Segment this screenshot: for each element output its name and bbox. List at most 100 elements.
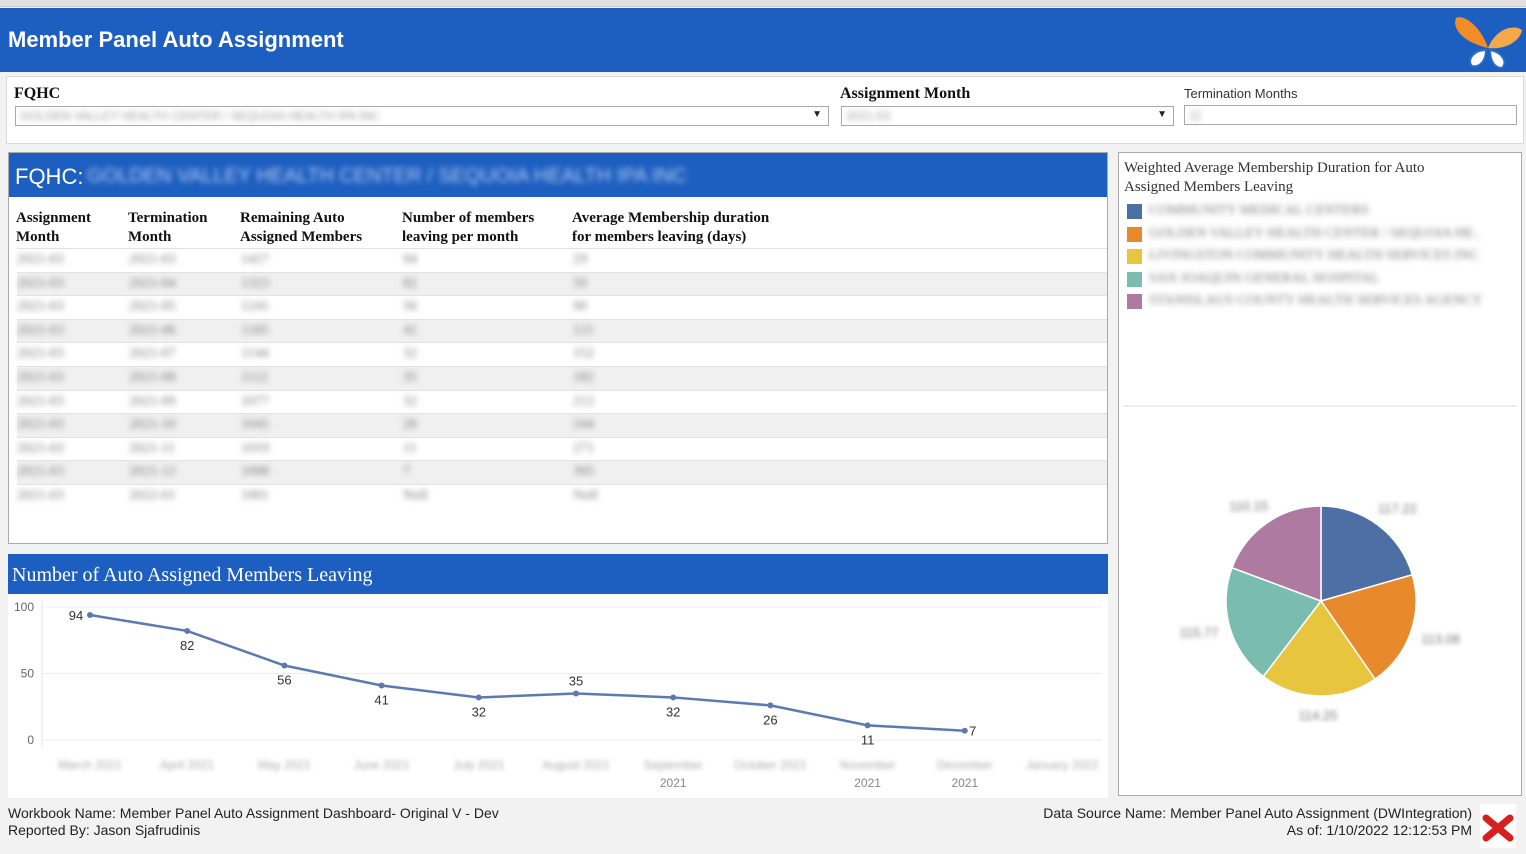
legend-label: STANISLAUS COUNTY HEALTH SERVICES AGENCY (1149, 293, 1483, 308)
data-source-name: Data Source Name: Member Panel Auto Assi… (1043, 805, 1472, 821)
y-tick-label: 0 (27, 733, 34, 747)
table-cell: 35 (403, 369, 417, 385)
data-point (670, 694, 677, 701)
table-cell: 26 (403, 417, 417, 433)
table-row[interactable]: 2021-03 2021-06 1185 41 121 (17, 318, 1107, 343)
table-cell: 2021-09 (129, 393, 176, 409)
table-row[interactable]: 2021-03 2021-09 1077 32 212 (17, 389, 1107, 414)
table-cell: Null (403, 487, 428, 503)
table-cell: 1417 (241, 252, 269, 267)
dashboard-header: Member Panel Auto Assignment (0, 8, 1526, 72)
table-row[interactable]: 2021-03 2021-05 1241 56 90 (17, 295, 1107, 319)
table-cell: 2021-03 (17, 299, 64, 315)
data-label: 32 (666, 704, 680, 719)
data-point (767, 702, 774, 709)
table-row[interactable]: 2021-03 2021-07 1144 32 152 (17, 342, 1107, 366)
fqhc-table-title-prefix: FQHC: (15, 164, 84, 189)
fqhc-dropdown-value: GOLDEN VALLEY HEALTH CENTER / SEQUOIA HE… (20, 109, 380, 123)
table-cell: 2021-04 (129, 275, 176, 291)
table-row[interactable]: 2021-03 2021-04 1323 82 59 (17, 271, 1107, 296)
table-cell: 2021-11 (129, 440, 176, 456)
legend-label: LIVINGSTON COMMUNITY HEALTH SERVICES INC (1149, 248, 1479, 263)
table-cell: 305 (573, 464, 594, 480)
data-point (281, 662, 288, 669)
assignment-month-dropdown[interactable]: 2021-03 ▼ (841, 106, 1174, 126)
table-cell: 2021-08 (129, 369, 176, 385)
table-cell: 1077 (241, 393, 269, 409)
table-cell: 2021-10 (129, 417, 176, 433)
x-tick-label: April 2021 (160, 758, 214, 772)
reported-by: Reported By: Jason Sjafrudinis (8, 822, 201, 838)
pie-slice-label: 115.77 (1180, 625, 1219, 640)
table-row[interactable]: 2021-03 2022-01 1001 Null Null (17, 483, 1107, 508)
table-cell: 152 (573, 346, 594, 362)
column-header-assignment-month[interactable]: Assignment Month (16, 209, 91, 247)
column-header-termination-month[interactable]: Termination Month (128, 209, 207, 247)
x-tick-label: 2021 (854, 776, 881, 790)
fqhc-dropdown[interactable]: GOLDEN VALLEY HEALTH CENTER / SEQUOIA HE… (15, 106, 829, 126)
table-cell: 271 (573, 440, 594, 456)
column-header-members-leaving[interactable]: Number of members leaving per month (402, 209, 534, 247)
table-row[interactable]: 2021-03 2021-11 1019 11 271 (17, 436, 1107, 461)
data-point (378, 682, 385, 689)
table-cell: 32 (403, 346, 417, 362)
x-tick-label: January 2022 (1026, 758, 1099, 772)
workbook-name: Workbook Name: Member Panel Auto Assignm… (8, 805, 499, 821)
termination-months-input[interactable]: 11 (1184, 105, 1517, 125)
data-label: 94 (69, 608, 83, 623)
data-label: 26 (763, 712, 777, 727)
column-header-average-duration[interactable]: Average Membership duration for members l… (572, 209, 769, 247)
legend-swatch (1127, 294, 1142, 309)
members-leaving-line-chart[interactable]: 0 50 100 March 2021 April 2021 May 2021 June 2… (8, 594, 1108, 798)
table-row[interactable]: 2021-03 2021-03 1417 94 29 (17, 248, 1107, 272)
table-cell: 2021-05 (129, 299, 176, 315)
table-cell: 2021-06 (129, 322, 176, 338)
pie-divider (1123, 405, 1517, 407)
table-row[interactable]: 2021-03 2021-08 1112 35 182 (17, 365, 1107, 390)
column-header-remaining-members[interactable]: Remaining Auto Assigned Members (240, 209, 362, 247)
table-cell: 244 (573, 417, 594, 433)
fqhc-table-body: 2021-03 2021-03 1417 94 29 2021-03 2021-04 1323… (17, 248, 1107, 508)
table-cell: 1008 (241, 464, 269, 480)
pie-slice-label: 113.08 (1421, 632, 1460, 647)
legend-swatch (1127, 204, 1142, 219)
table-cell: 1185 (241, 322, 269, 338)
table-row[interactable]: 2021-03 2021-10 1045 26 244 (17, 413, 1107, 437)
data-label: 41 (374, 692, 388, 707)
chevron-down-icon: ▼ (1157, 109, 1167, 120)
table-cell: 41 (403, 322, 417, 338)
table-row[interactable]: 2021-03 2021-12 1008 7 305 (17, 460, 1107, 484)
table-cell: 2021-03 (17, 346, 64, 362)
table-cell: 1019 (241, 440, 269, 456)
membership-duration-pie-chart[interactable]: 117.22 113.08 114.25 115.77 110.15 (1159, 483, 1479, 723)
table-cell: 2021-03 (17, 464, 64, 480)
window-top-strip (0, 0, 1526, 7)
as-of-timestamp: As of: 1/10/2022 12:12:53 PM (1286, 822, 1472, 838)
fqhc-table-title-value: GOLDEN VALLEY HEALTH CENTER / SEQUOIA HE… (87, 165, 687, 187)
legend-swatch (1127, 226, 1142, 242)
fqhc-table-header-bar: FQHC: GOLDEN VALLEY HEALTH CENTER / SEQU… (9, 153, 1107, 197)
table-cell: 182 (573, 369, 594, 385)
members-leaving-chart-header-bar: Number of Auto Assigned Members Leaving (8, 554, 1108, 594)
data-point (864, 722, 871, 729)
pie-slice-label: 114.25 (1299, 708, 1338, 723)
tableau-export-icon[interactable] (1480, 804, 1516, 848)
table-cell: 2021-03 (17, 252, 64, 267)
table-cell: 2021-03 (17, 417, 64, 433)
data-label: 35 (569, 673, 583, 688)
termination-months-label: Termination Months (1184, 86, 1298, 101)
x-tick-label: 2021 (660, 776, 687, 790)
data-point (475, 694, 482, 701)
assignment-month-value: 2021-03 (846, 109, 891, 123)
x-tick-label: October 2021 (734, 758, 807, 772)
table-cell: 90 (573, 299, 587, 315)
y-tick-label: 100 (14, 600, 34, 614)
x-tick-label: March 2021 (58, 758, 122, 772)
table-cell: 2021-03 (17, 440, 64, 456)
table-cell: 2021-03 (17, 393, 64, 409)
termination-months-value: 11 (1189, 108, 1202, 122)
data-label: 56 (277, 673, 291, 688)
y-tick-label: 50 (21, 667, 35, 681)
data-label: 11 (861, 732, 875, 747)
data-label: 82 (180, 638, 194, 653)
